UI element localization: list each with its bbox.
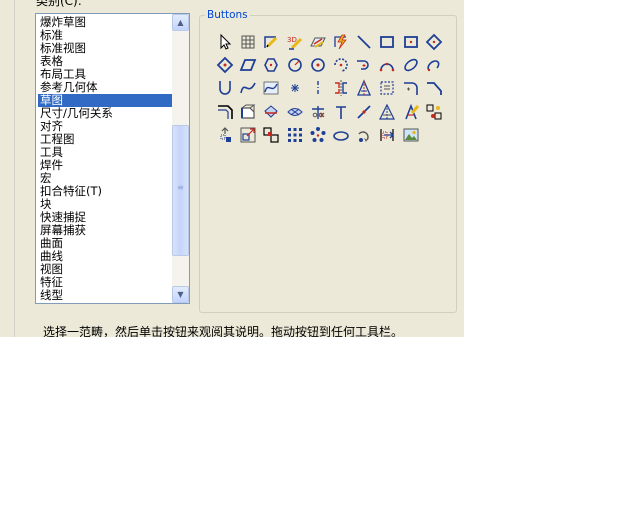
grip-icon: ≡ [177, 183, 184, 192]
category-item[interactable]: 扣合特征(T) [38, 185, 172, 198]
scroll-up-button[interactable]: ▲ [172, 14, 189, 31]
rotate-entities-icon[interactable] [355, 126, 373, 144]
chamfer-icon[interactable] [425, 79, 443, 97]
circular-pattern-icon[interactable] [309, 126, 327, 144]
image-icon[interactable] [402, 126, 420, 144]
point-icon[interactable] [286, 79, 304, 97]
dialog-left-edge [0, 0, 15, 337]
spline-on-surface-icon[interactable] [262, 79, 280, 97]
scale-entities-icon[interactable] [239, 126, 257, 144]
split-entities-icon[interactable] [355, 103, 373, 121]
rapid-sketch-icon[interactable] [332, 33, 350, 51]
trim-icon[interactable] [309, 103, 327, 121]
offset-entities-icon[interactable] [216, 103, 234, 121]
description-text: 选择一范畴，然后单击按钮来观阅其说明。拖动按钮到任何工具栏。 [43, 325, 404, 337]
chevron-down-icon: ▼ [177, 290, 184, 299]
grid-icon[interactable] [239, 33, 257, 51]
scroll-down-button[interactable]: ▼ [172, 286, 189, 303]
copy-entities-icon[interactable] [262, 126, 280, 144]
three-point-arc-icon[interactable] [378, 56, 396, 74]
scroll-thumb[interactable]: ≡ [172, 125, 189, 256]
centerpoint-arc-icon[interactable] [332, 56, 350, 74]
stretch-entities-icon[interactable] [378, 126, 396, 144]
three-point-rectangle-icon[interactable] [216, 56, 234, 74]
centerline-icon[interactable] [309, 79, 327, 97]
chevron-up-icon: ▲ [177, 18, 184, 27]
block-icon[interactable] [425, 103, 443, 121]
perimeter-circle-icon[interactable] [309, 56, 327, 74]
spline-icon[interactable] [239, 79, 257, 97]
sketch-picture-icon[interactable] [378, 79, 396, 97]
ellipse-icon[interactable] [402, 56, 420, 74]
category-item[interactable]: 线型 [38, 289, 172, 302]
3d-sketch-icon[interactable]: 3D [286, 33, 304, 51]
move-entities-icon[interactable] [216, 126, 234, 144]
parabola-icon[interactable] [216, 79, 234, 97]
slot-icon[interactable] [332, 126, 350, 144]
extend-icon[interactable] [332, 103, 350, 121]
category-list[interactable]: 爆炸草图 标准 标准视图 表格 布局工具 参考几何体 草图 尺寸/几何关系 对齐 工程图 工具 焊件宏… [35, 13, 190, 304]
line-icon[interactable] [355, 33, 373, 51]
buttons-group-title: Buttons [205, 9, 250, 22]
sketch-text-icon[interactable] [402, 103, 420, 121]
polygon-icon[interactable] [262, 56, 280, 74]
circle-icon[interactable] [286, 56, 304, 74]
convert-entities-icon[interactable] [239, 103, 257, 121]
linear-pattern-icon[interactable] [286, 126, 304, 144]
sketch-icon[interactable] [262, 33, 280, 51]
category-label: 类别(C): [36, 0, 82, 8]
customize-dialog: 类别(C): 爆炸草图 标准 标准视图 表格 布局工具 参考几何体 草图 尺寸/几何关系 对齐工… [0, 0, 464, 337]
fillet-icon[interactable] [402, 79, 420, 97]
dynamic-mirror-icon[interactable] [355, 79, 373, 97]
category-items: 爆炸草图 标准 标准视图 表格 布局工具 参考几何体 草图 尺寸/几何关系 对齐 工程图 工具 焊件宏… [38, 16, 172, 302]
corner-rectangle-icon[interactable] [425, 33, 443, 51]
sketch-plane-icon[interactable] [309, 33, 327, 51]
intersection-curve-icon[interactable] [262, 103, 280, 121]
face-curves-icon[interactable] [286, 103, 304, 121]
parallelogram-icon[interactable] [239, 56, 257, 74]
center-rectangle-icon[interactable] [402, 33, 420, 51]
select-arrow-icon[interactable] [216, 33, 234, 51]
category-item[interactable]: 焊件 [38, 159, 172, 172]
rectangle-icon[interactable] [378, 33, 396, 51]
category-scrollbar[interactable]: ▲ ≡ ▼ [172, 14, 189, 303]
partial-ellipse-icon[interactable] [425, 56, 443, 74]
mirror-entities-icon[interactable] [332, 79, 350, 97]
construction-geometry-icon[interactable] [378, 103, 396, 121]
tangent-arc-icon[interactable] [355, 56, 373, 74]
